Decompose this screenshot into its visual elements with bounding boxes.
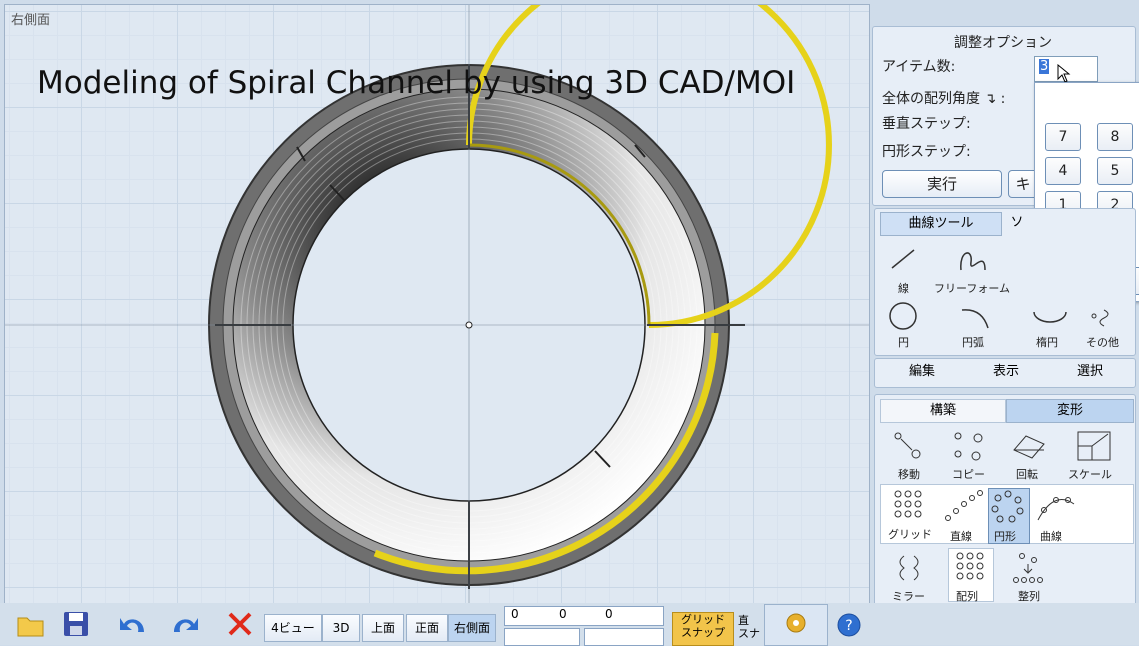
mouse-cursor-icon (1057, 64, 1071, 83)
tool-array-linear-label: 直線 (950, 530, 972, 543)
tool-mirror-label: ミラー (892, 590, 925, 603)
run-button[interactable]: 実行 (882, 170, 1002, 198)
tool-move-label: 移動 (898, 468, 920, 481)
array-icon[interactable] (952, 550, 988, 584)
tab-solid[interactable]: ソ (1002, 212, 1032, 234)
view-4-button[interactable]: 4ビュー (264, 614, 322, 642)
tab-curve-tools[interactable]: 曲線ツール (880, 212, 1002, 236)
tool-line-label: 線 (898, 282, 909, 295)
array-circular-icon[interactable] (990, 490, 1026, 524)
undo-icon[interactable] (116, 610, 150, 638)
align-icon[interactable] (1010, 552, 1046, 586)
mirror-icon[interactable] (892, 552, 926, 586)
rotate-icon[interactable] (1010, 430, 1050, 462)
view-right-button[interactable]: 右側面 (448, 614, 496, 642)
tool-rotate-label: 回転 (1016, 468, 1038, 481)
viewport-label: 右側面 (11, 13, 51, 28)
tool-array-label: 配列 (956, 590, 978, 603)
items-count-label: アイテム数: (882, 59, 956, 75)
tool-array-curve-label: 曲線 (1040, 530, 1062, 543)
svg-text:?: ? (845, 618, 852, 634)
scale-icon[interactable] (1074, 428, 1114, 464)
copy-icon[interactable] (950, 430, 986, 462)
tool-other-label: その他 (1086, 336, 1119, 349)
tab-construct[interactable]: 構築 (880, 399, 1006, 423)
delete-icon[interactable] (226, 610, 254, 638)
arc-icon[interactable] (958, 302, 992, 330)
key-5[interactable]: 5 (1097, 157, 1133, 185)
tool-align-label: 整列 (1018, 590, 1040, 603)
key-8[interactable]: 8 (1097, 123, 1133, 151)
vertical-step-label: 垂直ステップ: (882, 116, 971, 132)
tool-circle-label: 円 (898, 336, 909, 349)
select-button[interactable]: 選択 (1048, 361, 1132, 383)
array-curve-icon[interactable] (1034, 490, 1078, 524)
array-linear-icon[interactable] (944, 490, 984, 524)
save-icon[interactable] (62, 610, 90, 638)
circular-step-label: 円形ステップ: (882, 144, 971, 160)
grid-snap-button[interactable]: グリッド スナップ (672, 612, 734, 646)
viewport-right[interactable]: 右側面 Modeling of Spiral Channel by using … (4, 4, 870, 604)
move-icon[interactable] (892, 430, 926, 462)
tool-arc-label: 円弧 (962, 336, 984, 349)
view-front-button[interactable]: 正面 (406, 614, 448, 642)
redo-icon[interactable] (168, 610, 202, 638)
edit-button[interactable]: 編集 (880, 361, 964, 383)
circle-icon[interactable] (886, 300, 920, 332)
coordinate-input-right[interactable] (584, 628, 664, 646)
key-7[interactable]: 7 (1045, 123, 1081, 151)
key-4[interactable]: 4 (1045, 157, 1081, 185)
open-folder-icon[interactable] (16, 612, 46, 638)
tool-freeform-label: フリーフォーム (934, 282, 1011, 295)
line-icon[interactable] (888, 246, 918, 272)
coordinate-readout: 0 0 0 (504, 606, 664, 626)
other-curves-icon[interactable] (1086, 304, 1120, 332)
view-top-button[interactable]: 上面 (362, 614, 404, 642)
tool-ellipse-label: 楕円 (1036, 336, 1058, 349)
gear-icon (786, 613, 806, 633)
tool-scale-label: スケール (1068, 468, 1112, 481)
tab-transform[interactable]: 変形 (1006, 399, 1134, 423)
options-title: 調整オプション (954, 35, 1052, 51)
tool-array-circular-label: 円形 (994, 530, 1016, 543)
freeform-icon[interactable] (955, 244, 995, 274)
array-grid-icon[interactable] (890, 488, 930, 522)
array-angle-label: 全体の配列角度 ↴ : (882, 91, 1006, 107)
coordinate-input-left[interactable] (504, 628, 580, 646)
video-overlay-title: Modeling of Spiral Channel by using 3D C… (37, 65, 796, 101)
view-3d-button[interactable]: 3D (322, 614, 360, 642)
tool-array-grid-label: グリッド (888, 528, 932, 541)
display-button[interactable]: 表示 (966, 361, 1046, 383)
help-icon[interactable]: ? (836, 612, 862, 638)
direct-snap-label[interactable]: 直 スナ (738, 614, 766, 640)
tool-copy-label: コピー (952, 468, 985, 481)
ellipse-icon[interactable] (1030, 304, 1070, 332)
